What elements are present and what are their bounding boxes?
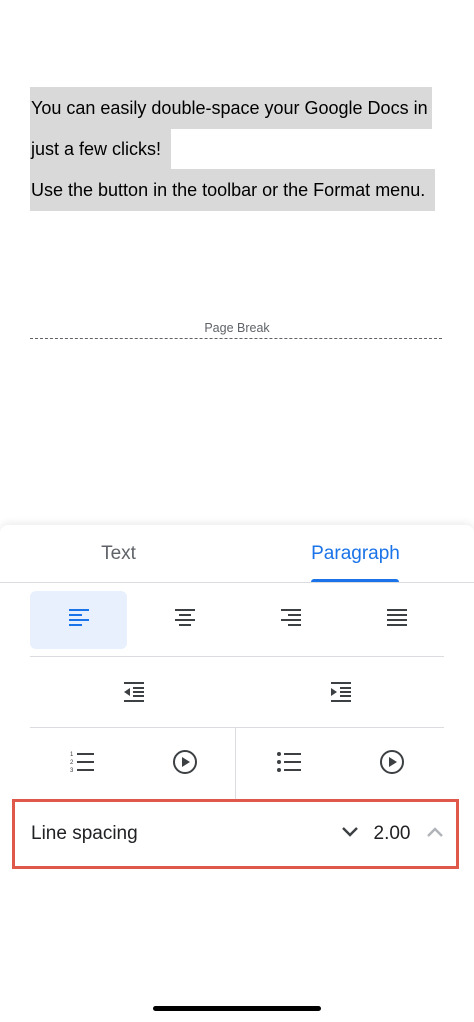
numbered-list-button[interactable]: 1 2 3 bbox=[30, 728, 133, 800]
line-spacing-row: Line spacing 2.00 bbox=[12, 799, 459, 869]
format-tabs: Text Paragraph bbox=[0, 525, 474, 583]
svg-text:3: 3 bbox=[70, 768, 74, 774]
line-spacing-increase-button[interactable] bbox=[421, 820, 449, 848]
align-center-button[interactable] bbox=[136, 591, 233, 649]
tab-text[interactable]: Text bbox=[0, 525, 237, 582]
page-break-label: Page Break bbox=[204, 321, 270, 335]
column-divider bbox=[235, 728, 236, 800]
divider bbox=[30, 656, 444, 657]
numbered-list-icon: 1 2 3 bbox=[69, 750, 95, 779]
bulleted-list-icon bbox=[276, 750, 302, 779]
svg-text:1: 1 bbox=[70, 752, 74, 758]
format-panel: Text Paragraph 1 2 3 Line spacing 2.00 bbox=[0, 525, 474, 1022]
page-break-line bbox=[30, 338, 442, 339]
numbered-list-options-icon bbox=[172, 749, 198, 780]
line-spacing-value: 2.00 bbox=[373, 823, 411, 844]
align-right-button[interactable] bbox=[242, 591, 339, 649]
chevron-down-icon bbox=[340, 825, 360, 844]
svg-text:2: 2 bbox=[70, 760, 74, 766]
decrease-indent-button[interactable] bbox=[30, 663, 237, 725]
doc-text-line[interactable]: just a few clicks! bbox=[30, 128, 171, 170]
home-indicator[interactable] bbox=[153, 1006, 321, 1011]
numbered-list-options-button[interactable] bbox=[133, 728, 236, 800]
line-spacing-label: Line spacing bbox=[31, 823, 138, 844]
list-row: 1 2 3 bbox=[30, 728, 444, 800]
document-canvas[interactable]: You can easily double-space your Google … bbox=[0, 0, 474, 525]
bulleted-list-options-button[interactable] bbox=[340, 728, 443, 800]
alignment-row bbox=[30, 591, 444, 649]
bulleted-list-button[interactable] bbox=[237, 728, 340, 800]
tab-selected-indicator bbox=[311, 579, 399, 582]
align-justify-button[interactable] bbox=[348, 591, 445, 649]
doc-text-line[interactable]: You can easily double-space your Google … bbox=[30, 87, 432, 129]
chevron-up-icon bbox=[425, 825, 445, 844]
line-spacing-decrease-button[interactable] bbox=[336, 820, 364, 848]
decrease-indent-icon bbox=[122, 680, 146, 709]
indent-row bbox=[30, 663, 444, 725]
bulleted-list-options-icon bbox=[379, 749, 405, 780]
tab-paragraph[interactable]: Paragraph bbox=[237, 525, 474, 582]
align-justify-icon bbox=[385, 606, 409, 635]
increase-indent-button[interactable] bbox=[237, 663, 444, 725]
align-left-icon bbox=[67, 606, 91, 635]
align-left-button[interactable] bbox=[30, 591, 127, 649]
align-center-icon bbox=[173, 606, 197, 635]
increase-indent-icon bbox=[329, 680, 353, 709]
align-right-icon bbox=[279, 606, 303, 635]
doc-text-line[interactable]: Use the button in the toolbar or the For… bbox=[30, 169, 435, 211]
